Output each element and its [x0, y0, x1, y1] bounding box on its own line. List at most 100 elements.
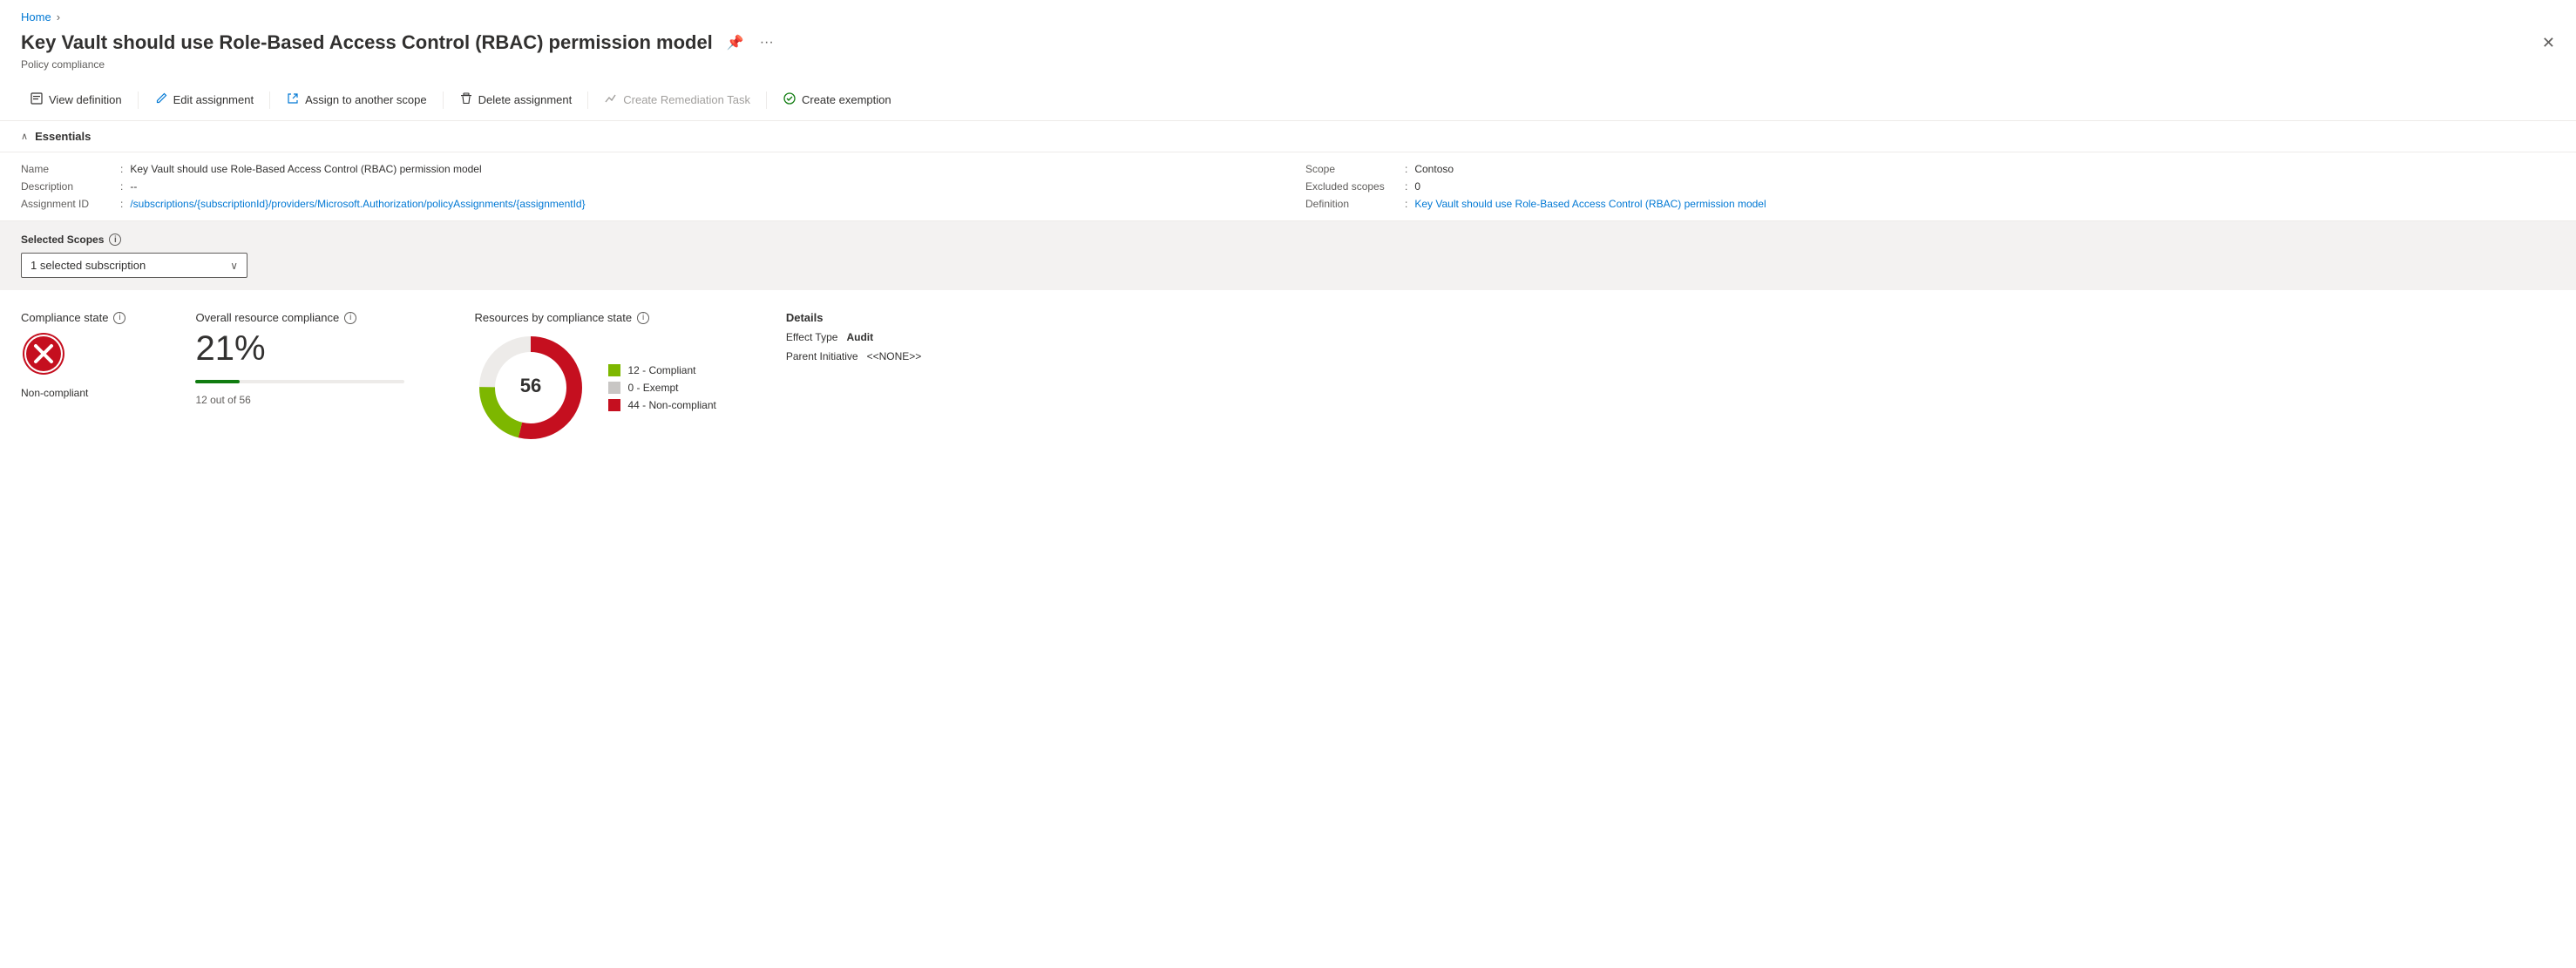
effect-type-row: Effect Type Audit: [786, 331, 921, 343]
compliant-label: 12 - Compliant: [627, 364, 695, 376]
page-title: Key Vault should use Role-Based Access C…: [21, 31, 713, 54]
scope-label: Scope: [1305, 163, 1401, 175]
scopes-label-text: Selected Scopes: [21, 234, 104, 246]
essentials-left: Name : Key Vault should use Role-Based A…: [21, 163, 1271, 210]
create-exemption-button[interactable]: Create exemption: [774, 86, 900, 113]
edit-assignment-button[interactable]: Edit assignment: [146, 86, 263, 113]
compliance-bar: [195, 380, 404, 383]
resources-by-state-title: Resources by compliance state i: [474, 311, 649, 324]
details-title: Details: [786, 311, 921, 324]
edit-icon: [154, 91, 168, 108]
name-value: Key Vault should use Role-Based Access C…: [130, 163, 481, 175]
dropdown-arrow-icon: ∨: [230, 260, 238, 272]
noncompliant-icon: [21, 331, 66, 376]
compliance-state-block: Compliance state i Non-compliant: [21, 311, 125, 399]
exempt-label: 0 - Exempt: [627, 382, 678, 394]
view-definition-label: View definition: [49, 93, 122, 106]
toolbar-divider-1: [138, 91, 139, 109]
compliance-percentage: 21%: [195, 331, 265, 366]
essentials-title: Essentials: [35, 130, 91, 143]
effect-type-label: Effect Type: [786, 331, 838, 343]
page-subtitle: Policy compliance: [0, 58, 2576, 79]
effect-type-value: Audit: [846, 331, 873, 343]
scope-row: Scope : Contoso: [1305, 163, 2555, 175]
assignment-id-value: /subscriptions/{subscriptionId}/provider…: [130, 198, 585, 210]
description-row: Description : --: [21, 180, 1271, 193]
parent-initiative-row: Parent Initiative <<NONE>>: [786, 350, 921, 362]
pin-button[interactable]: 📌: [723, 30, 748, 55]
assignment-id-sep: :: [120, 198, 123, 210]
name-sep: :: [120, 163, 123, 175]
essentials-grid: Name : Key Vault should use Role-Based A…: [0, 152, 2576, 221]
close-icon: ✕: [2542, 34, 2555, 51]
definition-label: Definition: [1305, 198, 1401, 210]
overall-compliance-label: Overall resource compliance: [195, 311, 339, 324]
close-button[interactable]: ✕: [2542, 34, 2555, 52]
definition-sep: :: [1405, 198, 1407, 210]
delete-icon: [459, 91, 473, 108]
definition-value: Key Vault should use Role-Based Access C…: [1414, 198, 1766, 210]
breadcrumb: Home ›: [0, 0, 2576, 27]
excluded-scopes-sep: :: [1405, 180, 1407, 193]
essentials-chevron: ∧: [21, 131, 28, 142]
legend-exempt: 0 - Exempt: [608, 382, 715, 394]
donut-chart: 56: [474, 331, 587, 444]
view-definition-icon: [30, 91, 44, 108]
donut-legend: 12 - Compliant 0 - Exempt 44 - Non-compl…: [608, 364, 715, 411]
resources-by-state-block: Resources by compliance state i 56: [474, 311, 715, 444]
donut-block: 56 12 - Compliant 0 - Exempt 44 - Non-co…: [474, 331, 715, 444]
exemption-icon: [783, 91, 797, 108]
toolbar-divider-2: [269, 91, 270, 109]
scopes-label: Selected Scopes i: [21, 234, 2555, 246]
delete-assignment-label: Delete assignment: [478, 93, 573, 106]
scope-value: Contoso: [1414, 163, 1454, 175]
breadcrumb-home[interactable]: Home: [21, 10, 51, 24]
overall-compliance-info-icon[interactable]: i: [344, 312, 356, 324]
pin-icon: 📌: [727, 34, 744, 51]
scope-dropdown[interactable]: 1 selected subscription ∨: [21, 253, 247, 278]
definition-row: Definition : Key Vault should use Role-B…: [1305, 198, 2555, 210]
compliance-state-label: Compliance state: [21, 311, 108, 324]
scope-sep: :: [1405, 163, 1407, 175]
excluded-scopes-row: Excluded scopes : 0: [1305, 180, 2555, 193]
parent-initiative-label: Parent Initiative: [786, 350, 858, 362]
view-definition-button[interactable]: View definition: [21, 86, 131, 113]
compliance-state-status: Non-compliant: [21, 387, 88, 399]
compliance-detail: 12 out of 56: [195, 394, 250, 406]
title-bar: Key Vault should use Role-Based Access C…: [0, 27, 2576, 58]
edit-assignment-label: Edit assignment: [173, 93, 254, 106]
more-button[interactable]: ···: [756, 31, 777, 54]
essentials-header[interactable]: ∧ Essentials: [0, 121, 2576, 152]
scopes-section: Selected Scopes i 1 selected subscriptio…: [0, 221, 2576, 290]
scopes-info-icon[interactable]: i: [109, 234, 121, 246]
overall-compliance-block: Overall resource compliance i 21% 12 out…: [195, 311, 404, 406]
more-icon: ···: [760, 35, 774, 51]
compliance-state-title: Compliance state i: [21, 311, 125, 324]
delete-assignment-button[interactable]: Delete assignment: [451, 86, 581, 113]
toolbar-divider-3: [443, 91, 444, 109]
legend-compliant: 12 - Compliant: [608, 364, 715, 376]
resources-by-state-label: Resources by compliance state: [474, 311, 632, 324]
remediation-icon: [604, 91, 618, 108]
title-left: Key Vault should use Role-Based Access C…: [21, 30, 777, 55]
description-value: --: [130, 180, 137, 193]
toolbar: View definition Edit assignment Assign t…: [0, 79, 2576, 121]
breadcrumb-separator: ›: [57, 10, 60, 24]
assign-scope-button[interactable]: Assign to another scope: [277, 86, 435, 113]
metrics-section: Compliance state i Non-compliant Overall…: [0, 290, 2576, 465]
assignment-id-label: Assignment ID: [21, 198, 117, 210]
assign-scope-icon: [286, 91, 300, 108]
description-sep: :: [120, 180, 123, 193]
essentials-right: Scope : Contoso Excluded scopes : 0 Defi…: [1305, 163, 2555, 210]
resources-by-state-info-icon[interactable]: i: [637, 312, 649, 324]
parent-initiative-value: <<NONE>>: [867, 350, 922, 362]
name-row: Name : Key Vault should use Role-Based A…: [21, 163, 1271, 175]
excluded-scopes-label: Excluded scopes: [1305, 180, 1401, 193]
noncompliant-label: 44 - Non-compliant: [627, 399, 715, 411]
create-remediation-button[interactable]: Create Remediation Task: [595, 86, 759, 113]
excluded-scopes-value: 0: [1414, 180, 1420, 193]
toolbar-divider-4: [587, 91, 588, 109]
toolbar-divider-5: [766, 91, 767, 109]
compliance-state-info-icon[interactable]: i: [113, 312, 125, 324]
create-remediation-label: Create Remediation Task: [623, 93, 750, 106]
